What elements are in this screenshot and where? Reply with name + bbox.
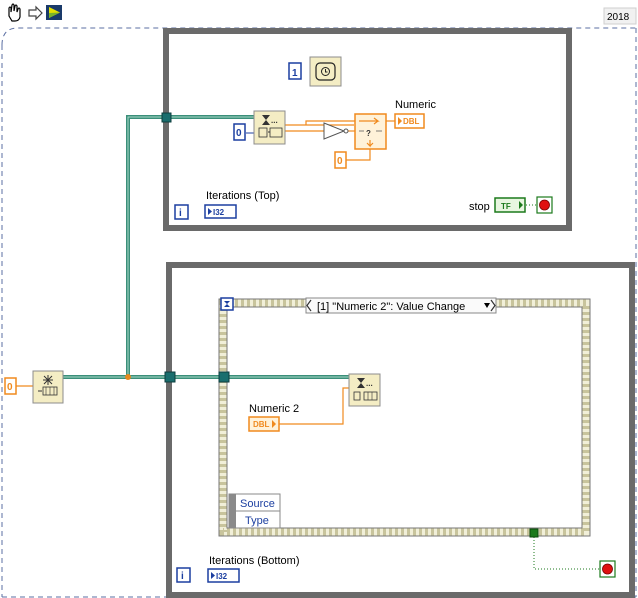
stop-condition-bottom-icon[interactable] bbox=[599, 560, 616, 578]
obtain-queue-function[interactable] bbox=[32, 370, 64, 404]
toolbar: 2018 bbox=[0, 0, 638, 26]
svg-text:0: 0 bbox=[236, 128, 242, 139]
event-data-node[interactable]: Source Type bbox=[228, 493, 281, 529]
event-data-type: Type bbox=[245, 515, 269, 527]
svg-text:I32: I32 bbox=[216, 572, 228, 581]
event-data-source: Source bbox=[240, 498, 275, 510]
tunnel-top bbox=[161, 112, 172, 123]
numeric-indicator[interactable]: DBL bbox=[394, 113, 425, 129]
svg-text:i: i bbox=[181, 571, 184, 582]
svg-text:...: ... bbox=[366, 379, 373, 388]
stop-button-terminal[interactable]: TF bbox=[494, 197, 526, 213]
wait-ms-function[interactable] bbox=[309, 56, 342, 87]
queue-size-constant[interactable]: 0 bbox=[4, 377, 17, 395]
run-icon[interactable] bbox=[46, 5, 62, 20]
tunnel-event-out bbox=[529, 528, 539, 538]
block-diagram: 2018 1 ... 0 ? 0 Numeric DBL Iterations … bbox=[0, 0, 638, 598]
dequeue-timeout-constant[interactable]: 0 bbox=[233, 123, 246, 141]
iterations-bottom-label: Iterations (Bottom) bbox=[209, 555, 299, 567]
svg-text:0: 0 bbox=[337, 156, 343, 167]
svg-text:1: 1 bbox=[292, 68, 298, 79]
svg-text:...: ... bbox=[271, 116, 278, 125]
svg-text:[1] "Numeric 2": Value Change: [1] "Numeric 2": Value Change bbox=[317, 301, 465, 313]
event-timeout-icon bbox=[220, 297, 234, 311]
svg-text:0: 0 bbox=[7, 382, 13, 393]
svg-text:?: ? bbox=[366, 129, 371, 138]
stop-condition-icon[interactable] bbox=[536, 196, 553, 214]
dequeue-function[interactable]: ... bbox=[253, 110, 286, 145]
wait-constant[interactable]: 1 bbox=[288, 62, 302, 80]
enqueue-function[interactable]: ... bbox=[348, 373, 381, 407]
svg-text:I32: I32 bbox=[213, 208, 225, 217]
svg-text:TF: TF bbox=[501, 202, 511, 211]
event-case-selector[interactable]: [1] "Numeric 2": Value Change bbox=[305, 297, 497, 314]
svg-text:DBL: DBL bbox=[253, 420, 270, 429]
version-label: 2018 bbox=[607, 12, 630, 23]
iterations-top-indicator[interactable]: I32 bbox=[204, 204, 237, 219]
select-function[interactable]: ? bbox=[354, 113, 387, 150]
svg-text:DBL: DBL bbox=[403, 117, 420, 126]
iteration-terminal-top: i bbox=[174, 204, 189, 220]
select-false-constant[interactable]: 0 bbox=[334, 151, 347, 169]
svg-text:i: i bbox=[179, 208, 182, 219]
iterations-top-label: Iterations (Top) bbox=[206, 190, 279, 202]
numeric-2-control[interactable]: DBL bbox=[248, 416, 280, 432]
tunnel-bottom-loop bbox=[164, 371, 176, 383]
iteration-terminal-bottom: i bbox=[176, 567, 191, 583]
numeric-indicator-label: Numeric bbox=[395, 99, 436, 111]
tunnel-event bbox=[218, 371, 230, 383]
numeric-2-label: Numeric 2 bbox=[249, 403, 299, 415]
stop-label: stop bbox=[469, 201, 490, 213]
iterations-bottom-indicator[interactable]: I32 bbox=[207, 568, 240, 583]
